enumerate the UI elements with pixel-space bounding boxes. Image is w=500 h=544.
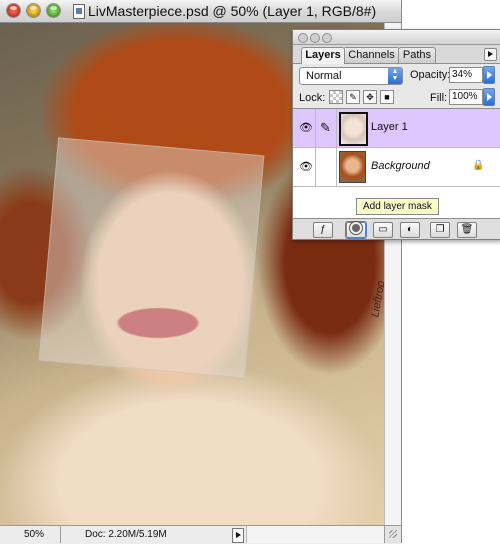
lock-label: Lock: xyxy=(299,92,326,104)
brush-icon: ✎ xyxy=(320,120,331,135)
status-bar: 50% Doc: 2.20M/5.19M xyxy=(0,525,401,544)
tooltip: Add layer mask xyxy=(356,198,439,215)
trash-icon[interactable]: 🗑 xyxy=(457,222,477,238)
status-menu-arrow-icon[interactable] xyxy=(232,528,244,543)
resize-grip-icon[interactable] xyxy=(384,526,401,543)
zoom-button[interactable] xyxy=(47,4,60,17)
lock-image-pixels-icon[interactable]: ✎ xyxy=(346,90,360,104)
painting-signature: Lieftrop xyxy=(369,279,384,319)
layer-link-cell[interactable] xyxy=(316,148,337,186)
palette-minimize-button[interactable] xyxy=(310,33,320,43)
layer-thumbnail[interactable] xyxy=(339,112,368,146)
blend-mode-select[interactable]: Normal ▲ ▼ xyxy=(299,67,403,85)
document-title: LivMasterpiece.psd @ 50% (Layer 1, RGB/8… xyxy=(88,3,377,19)
document-size-info: Doc: 2.20M/5.19M xyxy=(85,529,167,540)
close-button[interactable] xyxy=(7,4,20,17)
tab-channels[interactable]: Channels xyxy=(343,47,400,63)
opacity-label: Opacity: xyxy=(410,69,451,81)
visibility-toggle[interactable]: 👁 xyxy=(293,148,316,186)
palette-titlebar[interactable] xyxy=(293,30,500,45)
lock-position-icon[interactable]: ✥ xyxy=(363,90,377,104)
new-layer-icon[interactable]: ❐ xyxy=(430,222,450,238)
layer-link-cell[interactable]: ✎ xyxy=(316,109,337,147)
palette-button-bar: ƒ ▭ ◐ ❐ 🗑 xyxy=(293,218,500,239)
layer-set-icon[interactable]: ▭ xyxy=(373,222,393,238)
chevron-updown-icon: ▲ ▼ xyxy=(388,68,402,84)
document-proxy-icon[interactable] xyxy=(73,4,85,19)
layer1-pasted-face[interactable] xyxy=(38,137,265,379)
palette-menu-icon[interactable] xyxy=(484,48,497,61)
document-titlebar[interactable]: LivMasterpiece.psd @ 50% (Layer 1, RGB/8… xyxy=(0,0,401,23)
layer-mask-icon[interactable] xyxy=(346,222,366,238)
horizontal-scrollbar[interactable] xyxy=(246,526,385,543)
layer-row-background[interactable]: 👁 Background 🔒 xyxy=(293,148,500,187)
palette-tabs: Layers Channels Paths xyxy=(293,45,500,64)
adjustment-layer-icon[interactable]: ◐ xyxy=(400,222,420,238)
opacity-slider-arrow-icon[interactable] xyxy=(483,66,495,84)
layer-name[interactable]: Layer 1 xyxy=(371,121,408,133)
opacity-field[interactable]: 34% xyxy=(449,67,483,83)
tab-layers[interactable]: Layers xyxy=(301,47,345,64)
layer-styles-icon[interactable]: ƒ xyxy=(313,222,333,238)
zoom-field[interactable]: 50% xyxy=(0,526,61,543)
tab-paths[interactable]: Paths xyxy=(398,47,436,63)
eye-icon: 👁 xyxy=(299,122,313,134)
minimize-button[interactable] xyxy=(27,4,40,17)
fill-field[interactable]: 100% xyxy=(449,89,483,105)
layer-thumbnail[interactable] xyxy=(339,151,366,183)
layer-row-layer1[interactable]: 👁 ✎ Layer 1 xyxy=(293,109,500,148)
visibility-toggle[interactable]: 👁 xyxy=(293,109,316,147)
eye-icon: 👁 xyxy=(299,161,313,173)
lock-all-icon[interactable]: ■ xyxy=(380,90,394,104)
fill-slider-arrow-icon[interactable] xyxy=(483,88,495,106)
zoom-level[interactable]: 50% xyxy=(24,529,44,540)
lock-icon: 🔒 xyxy=(472,160,485,171)
lock-transparency-icon[interactable] xyxy=(329,90,343,104)
blend-mode-value: Normal xyxy=(306,70,342,82)
fill-label: Fill: xyxy=(430,92,448,104)
palette-zoom-button[interactable] xyxy=(322,33,332,43)
layer-name[interactable]: Background xyxy=(371,160,430,172)
palette-close-button[interactable] xyxy=(298,33,308,43)
